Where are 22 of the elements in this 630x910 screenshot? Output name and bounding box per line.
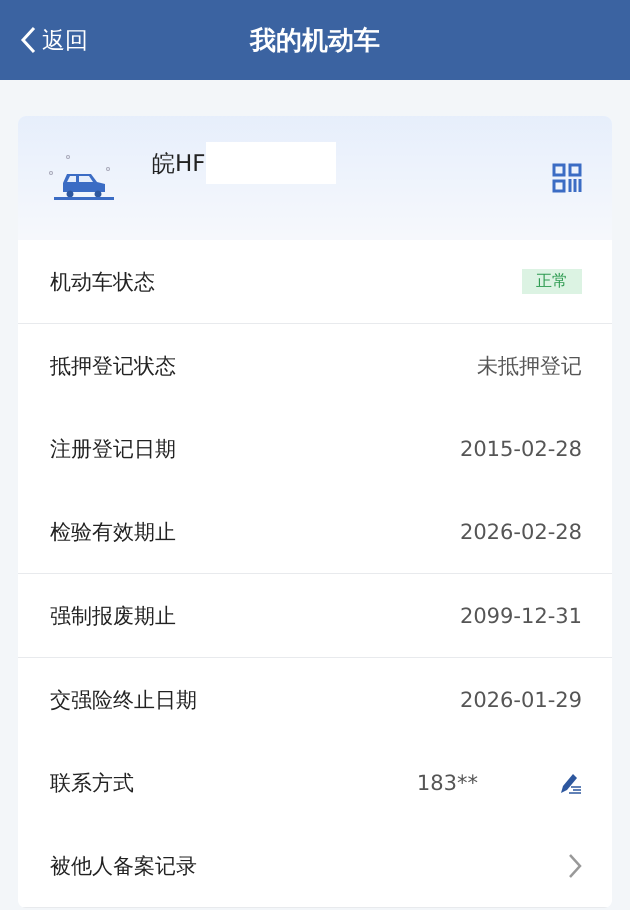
row-label: 注册登记日期: [50, 436, 177, 462]
row-value: 未抵押登记: [477, 352, 582, 380]
row-label: 被他人备案记录: [50, 852, 198, 880]
row-value: 183**: [416, 770, 478, 794]
row-value: 2026-02-28: [460, 520, 582, 544]
page-title: 我的机动车: [250, 26, 380, 56]
row-label: 强制报废期止: [50, 602, 177, 630]
row-value: 2015-02-28: [460, 436, 582, 460]
chevron-left-icon: [20, 26, 36, 54]
row-label: 抵押登记状态: [50, 352, 177, 380]
row-label: 交强险终止日期: [50, 686, 198, 714]
plate-number: 皖HF: [152, 150, 206, 178]
chevron-right-icon[interactable]: [568, 852, 582, 878]
status-badge: 正常: [522, 269, 582, 294]
row-label: 检验有效期止: [50, 518, 177, 546]
row-value: 2026-01-29: [460, 688, 582, 712]
qr-code-icon[interactable]: [552, 163, 582, 193]
back-button[interactable]: 返回: [20, 24, 88, 56]
row-value: 2099-12-31: [460, 604, 582, 628]
row-label: 机动车状态: [50, 268, 156, 296]
car-icon: [48, 153, 114, 203]
row-label: 联系方式: [50, 770, 135, 796]
